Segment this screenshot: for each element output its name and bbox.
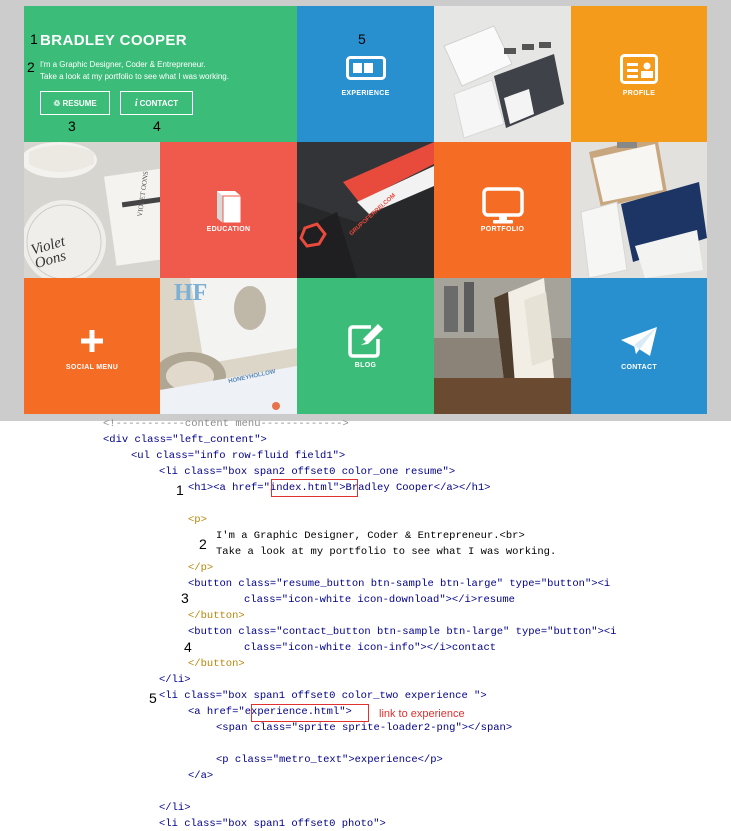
code-button1-icon: class="icon-white icon-download"></i>res… xyxy=(244,594,515,606)
stationery-photo xyxy=(434,6,571,142)
code-marker-4: 4 xyxy=(184,639,192,655)
hero-title[interactable]: BRADLEY COOPER xyxy=(40,32,187,49)
marker-5: 5 xyxy=(358,31,366,47)
paper-plane-icon xyxy=(621,327,657,356)
code-button2-open: <button class="contact_button btn-sample… xyxy=(188,626,617,638)
code-p-metro: <p class="metro_text">experience</p> xyxy=(216,754,443,766)
hero-text-line1: I'm a Graphic Designer, Coder & Entrepre… xyxy=(40,60,206,69)
marker-3: 3 xyxy=(68,118,76,134)
experience-href-highlight xyxy=(251,704,369,722)
education-label: EDUCATION xyxy=(206,226,251,233)
code-button2-close: </button> xyxy=(188,658,245,670)
portfolio-label: PORTFOLIO xyxy=(480,226,525,233)
code-button1-close: </button> xyxy=(188,610,245,622)
index-href-highlight xyxy=(271,479,358,497)
code-button2-icon: class="icon-white icon-info"></i>contact xyxy=(244,642,497,654)
code-p-line1: I'm a Graphic Designer, Coder & Entrepre… xyxy=(216,530,525,542)
loader-bar-icon xyxy=(345,56,386,80)
violet-oons-photo-tile: Violet Oons VIOLET OONS xyxy=(24,142,160,278)
code-marker-1: 1 xyxy=(176,482,184,498)
code-marker-3: 3 xyxy=(181,590,189,606)
code-span-sprite: <span class="sprite sprite-loader2-png">… xyxy=(216,722,513,734)
code-marker-5: 5 xyxy=(149,690,157,706)
link-note: link to experience xyxy=(379,708,465,720)
code-li-close: </li> xyxy=(159,674,191,686)
marker-1: 1 xyxy=(30,31,38,47)
code-marker-2: 2 xyxy=(199,536,207,552)
code-p-open: <p> xyxy=(188,514,207,526)
code-div-open: <div class="left_content"> xyxy=(103,434,267,446)
marker-4: 4 xyxy=(153,118,161,134)
grupoferrei-photo xyxy=(297,142,434,278)
code-p-line2: Take a look at my portfolio to see what … xyxy=(216,546,557,558)
resume-button[interactable]: ♲ RESUME xyxy=(40,91,110,115)
code-a-close: </a> xyxy=(188,770,214,782)
experience-tile[interactable]: EXPERIENCE xyxy=(297,6,434,142)
download-icon: ♲ xyxy=(53,98,61,108)
honeyhollow-photo-tile: HF HONEYHOLLOW xyxy=(160,278,297,414)
honeyhollow-hf-text: HF xyxy=(174,280,208,306)
edit-icon xyxy=(347,324,383,358)
info-icon: i xyxy=(134,97,138,109)
stationery-photo-tile xyxy=(434,6,571,142)
hero-text-line2: Take a look at my portfolio to see what … xyxy=(40,72,229,81)
book-icon xyxy=(216,191,241,224)
contact-label: CONTACT xyxy=(621,364,657,371)
resume-button-label: RESUME xyxy=(62,98,97,108)
profile-tile[interactable]: PROFILE xyxy=(571,6,707,142)
id-card-icon xyxy=(620,54,658,84)
code-comment: <!-----------content menu-------------> xyxy=(103,418,349,430)
code-li-experience: <li class="box span1 offset0 color_two e… xyxy=(159,690,487,702)
code-li-close-2: </li> xyxy=(159,802,191,814)
social-menu-label: SOCIAL MENU xyxy=(65,364,119,371)
code-ul-open: <ul class="info row-fluid field1"> xyxy=(131,450,346,462)
profile-label: PROFILE xyxy=(622,90,656,97)
marker-2: 2 xyxy=(27,59,35,75)
social-menu-tile[interactable]: SOCIAL MENU xyxy=(24,278,160,414)
monitor-icon xyxy=(481,187,524,224)
plus-icon xyxy=(81,330,103,352)
code-h1-close: >Bradley Cooper</a></h1> xyxy=(339,482,491,494)
portfolio-tile[interactable]: PORTFOLIO xyxy=(434,142,571,278)
clipboard-photo-tile xyxy=(571,142,707,278)
restaurant-menu-photo-tile xyxy=(434,278,571,414)
experience-label: EXPERIENCE xyxy=(341,90,390,97)
code-a-open: <a href= xyxy=(188,706,239,718)
blog-tile[interactable]: BLOG xyxy=(297,278,434,414)
hero-text: I'm a Graphic Designer, Coder & Entrepre… xyxy=(40,59,229,83)
contact-button-label: CONTACT xyxy=(139,98,179,108)
education-tile[interactable]: EDUCATION xyxy=(160,142,297,278)
blog-label: BLOG xyxy=(354,362,377,369)
contact-button[interactable]: i CONTACT xyxy=(120,91,193,115)
metro-tile-grid: BRADLEY COOPER I'm a Graphic Designer, C… xyxy=(24,6,707,414)
code-button1-open: <button class="resume_button btn-sample … xyxy=(188,578,611,590)
grupoferrei-photo-tile: GRUPOFERREI.COM xyxy=(297,142,434,278)
restaurant-menu-photo xyxy=(434,278,571,414)
code-li-resume: <li class="box span2 offset0 color_one r… xyxy=(159,466,456,478)
code-h1-open: <h1><a href= xyxy=(188,482,264,494)
code-p-close: </p> xyxy=(188,562,214,574)
clipboard-photo xyxy=(571,142,707,278)
contact-tile[interactable]: CONTACT xyxy=(571,278,707,414)
